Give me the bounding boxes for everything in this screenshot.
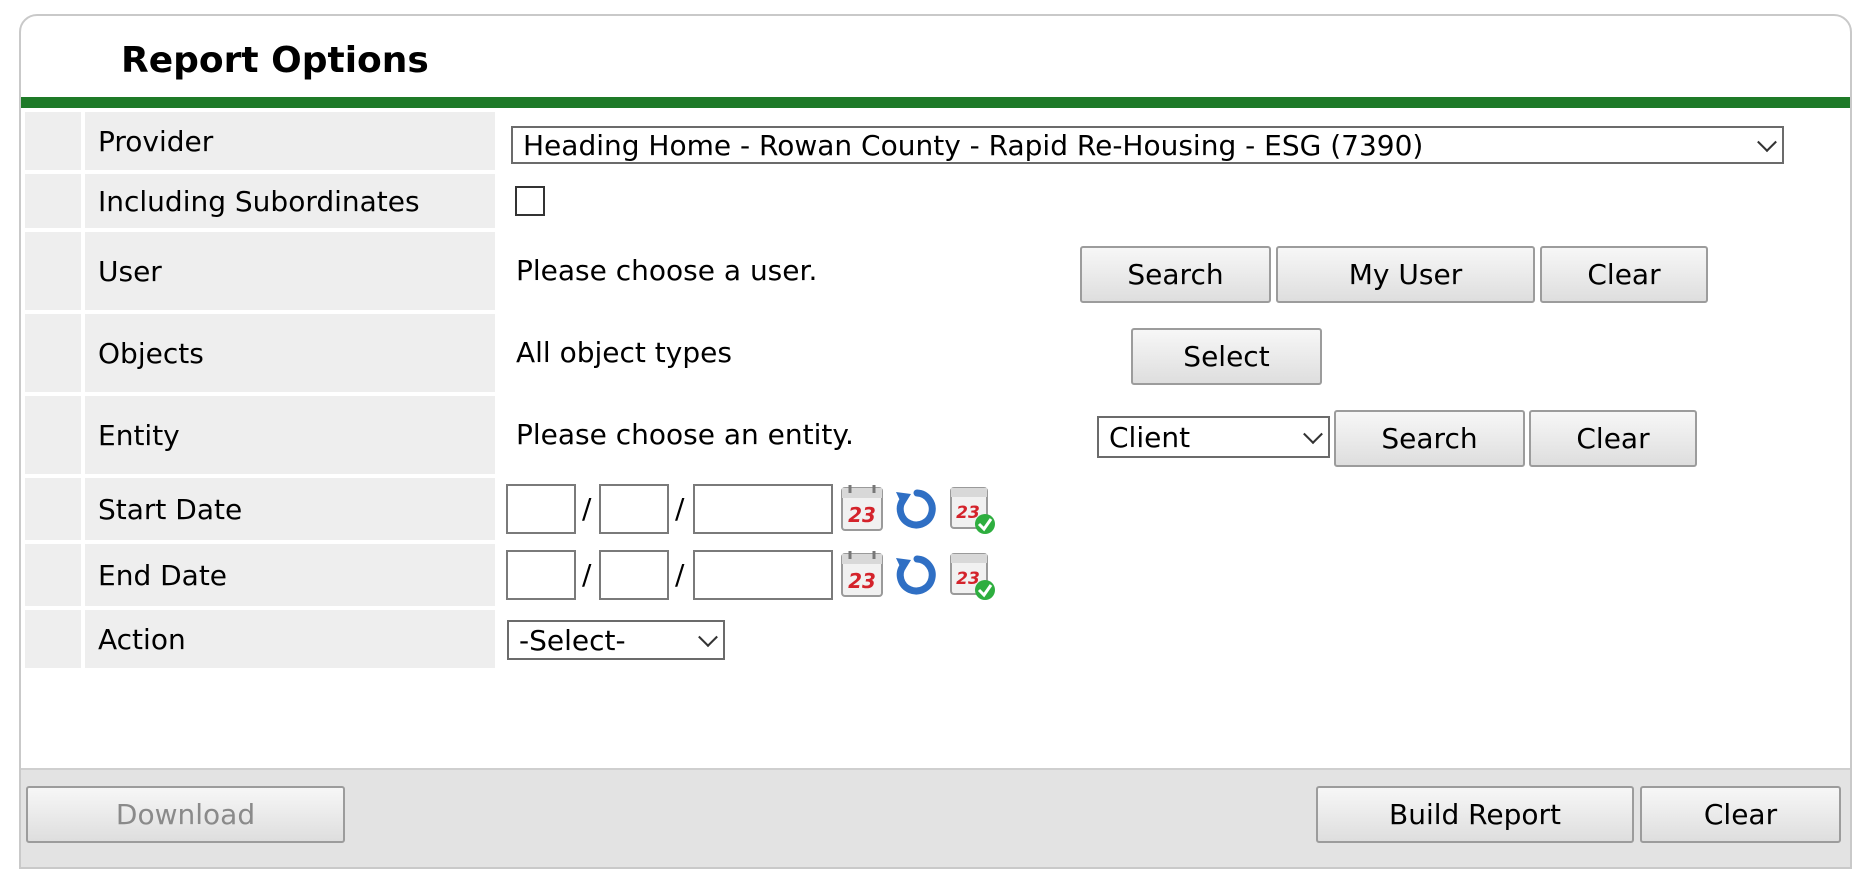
- date-separator: /: [582, 492, 592, 525]
- entity-type-select[interactable]: Client: [1097, 416, 1330, 458]
- row-handle: [25, 174, 81, 228]
- panel-footer: Download Build Report Clear: [21, 768, 1850, 867]
- entity-row: Entity Please choose an entity. Client S…: [21, 396, 1850, 474]
- entity-value: Please choose an entity.: [516, 418, 854, 451]
- calendar-icon[interactable]: 23: [838, 482, 888, 534]
- objects-value: All object types: [516, 336, 732, 369]
- date-separator: /: [675, 558, 685, 591]
- report-options-panel: Report Options Provider Heading Home - R…: [19, 14, 1852, 869]
- panel-title: Report Options: [121, 40, 429, 81]
- my-user-button[interactable]: My User: [1276, 246, 1535, 303]
- start-month-input[interactable]: [506, 484, 576, 534]
- subordinates-checkbox[interactable]: [515, 186, 545, 216]
- chevron-down-icon: [1757, 132, 1777, 153]
- svg-text:23: 23: [848, 503, 876, 527]
- provider-label: Provider: [85, 112, 495, 170]
- calendar-icon[interactable]: 23: [838, 548, 888, 600]
- entity-clear-button[interactable]: Clear: [1529, 410, 1697, 467]
- build-report-button[interactable]: Build Report: [1316, 786, 1634, 843]
- objects-select-button[interactable]: Select: [1131, 328, 1322, 385]
- date-separator: /: [582, 558, 592, 591]
- start-year-input[interactable]: [693, 484, 833, 534]
- entity-label: Entity: [85, 396, 495, 474]
- chevron-down-icon: [698, 627, 718, 648]
- user-value: Please choose a user.: [516, 254, 818, 287]
- action-row: Action -Select-: [21, 610, 1850, 668]
- user-label: User: [85, 232, 495, 310]
- subordinates-label: Including Subordinates: [85, 174, 495, 228]
- end-date-row: End Date / / 23 23: [21, 544, 1850, 606]
- user-clear-button[interactable]: Clear: [1540, 246, 1708, 303]
- calendar-today-icon[interactable]: 23: [947, 548, 997, 602]
- entity-type-selected-value: Client: [1109, 420, 1191, 454]
- row-handle: [25, 314, 81, 392]
- end-day-input[interactable]: [599, 550, 669, 600]
- provider-select[interactable]: Heading Home - Rowan County - Rapid Re-H…: [511, 126, 1784, 164]
- row-handle: [25, 232, 81, 310]
- row-handle: [25, 544, 81, 606]
- start-date-label: Start Date: [85, 478, 495, 540]
- start-date-row: Start Date / / 23 23: [21, 478, 1850, 540]
- action-label: Action: [85, 610, 495, 668]
- row-handle: [25, 478, 81, 540]
- calendar-today-icon[interactable]: 23: [947, 482, 997, 536]
- chevron-down-icon: [1303, 424, 1323, 445]
- subordinates-row: Including Subordinates: [21, 174, 1850, 228]
- title-divider: [21, 97, 1850, 108]
- provider-row: Provider Heading Home - Rowan County - R…: [21, 112, 1850, 170]
- footer-clear-button[interactable]: Clear: [1640, 786, 1841, 843]
- reset-icon[interactable]: [891, 484, 941, 534]
- user-row: User Please choose a user. Search My Use…: [21, 232, 1850, 310]
- row-handle: [25, 610, 81, 668]
- action-selected-value: -Select-: [519, 623, 626, 657]
- end-month-input[interactable]: [506, 550, 576, 600]
- objects-row: Objects All object types Select: [21, 314, 1850, 392]
- end-date-label: End Date: [85, 544, 495, 606]
- action-select[interactable]: -Select-: [507, 620, 725, 660]
- start-day-input[interactable]: [599, 484, 669, 534]
- row-handle: [25, 112, 81, 170]
- user-search-button[interactable]: Search: [1080, 246, 1271, 303]
- end-year-input[interactable]: [693, 550, 833, 600]
- entity-search-button[interactable]: Search: [1334, 410, 1525, 467]
- objects-label: Objects: [85, 314, 495, 392]
- reset-icon[interactable]: [891, 550, 941, 600]
- date-separator: /: [675, 492, 685, 525]
- download-button[interactable]: Download: [26, 786, 345, 843]
- svg-text:23: 23: [848, 569, 876, 593]
- row-handle: [25, 396, 81, 474]
- provider-selected-value: Heading Home - Rowan County - Rapid Re-H…: [523, 128, 1424, 162]
